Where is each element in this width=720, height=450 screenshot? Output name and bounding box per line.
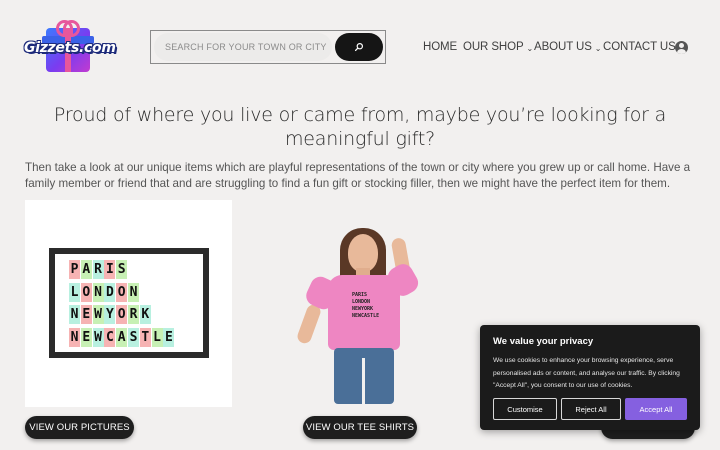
poster-letter-tile: R <box>92 260 104 279</box>
customise-button[interactable]: Customise <box>493 398 557 420</box>
poster-letter-tile: K <box>139 305 151 324</box>
model-jeans <box>334 348 394 404</box>
site-logo[interactable]: Gizzets.com <box>24 20 116 74</box>
poster-row: NEWCASTLE <box>69 327 203 350</box>
gift-bow <box>56 20 80 37</box>
tee-print-line: PARIS <box>352 292 368 298</box>
pictures-product-image[interactable]: PARISLONDONNEWYORKNEWCASTLE <box>25 200 232 407</box>
cookie-title: We value your privacy <box>493 336 594 347</box>
poster-letter-tile: W <box>92 305 104 324</box>
tee-shirt-product-image[interactable]: PARIS LONDON NEWYORK NEWCASTLE <box>290 220 430 410</box>
poster-letter-tile: I <box>104 260 116 279</box>
poster-letter-tile: W <box>92 327 104 347</box>
nav-contact-us[interactable]: CONTACT US <box>603 40 676 54</box>
headline-line-2: meaningful gift? <box>284 128 436 150</box>
search-form <box>150 30 386 64</box>
user-icon[interactable] <box>675 41 688 54</box>
poster-letter-tile: A <box>116 327 128 347</box>
poster-letter-tile: D <box>104 282 116 302</box>
poster-letter-tile: Y <box>104 305 116 324</box>
headline-line-1: Proud of where you live or came from, ma… <box>53 104 667 126</box>
nav-home[interactable]: HOME <box>423 40 457 54</box>
chevron-down-icon: ⌄ <box>594 43 602 53</box>
poster-letter-tile: S <box>127 327 139 347</box>
search-input[interactable] <box>154 33 332 61</box>
poster-letter-tile: N <box>92 282 104 302</box>
poster-row: NEWYORK <box>69 305 203 327</box>
tee-print: PARIS LONDON NEWYORK NEWCASTLE <box>352 292 388 328</box>
poster-row: LONDON <box>69 282 203 305</box>
cookie-text: We use cookies to enhance your browsing … <box>493 357 680 389</box>
nav-home-label: HOME <box>423 41 458 53</box>
poster-letter-tile: L <box>151 327 163 347</box>
cookie-buttons: Customise Reject All Accept All <box>493 398 687 420</box>
poster-letter-tile: O <box>116 282 128 302</box>
poster-letter-tile: N <box>127 282 139 302</box>
picture-frame: PARISLONDONNEWYORKNEWCASTLE <box>49 248 209 358</box>
user-icon-head <box>679 43 684 48</box>
poster-letter-tile: E <box>80 305 92 324</box>
model-face <box>348 234 378 272</box>
nav-shop-label: OUR SHOP <box>463 41 524 53</box>
poster-letter-tile: O <box>116 305 128 324</box>
reject-all-button[interactable]: Reject All <box>561 398 621 420</box>
accept-all-button[interactable]: Accept All <box>625 398 687 420</box>
poster-letter-tile: R <box>127 305 139 324</box>
cookie-consent-banner: We value your privacy We use cookies to … <box>480 325 700 430</box>
page-headline: Proud of where you live or came from, ma… <box>40 103 680 151</box>
view-tee-shirts-button[interactable]: VIEW OUR TEE SHIRTS <box>303 416 417 439</box>
nav-about-label: ABOUT US <box>534 41 592 53</box>
poster-row: PARIS <box>69 260 203 282</box>
model-arm <box>295 302 323 346</box>
chevron-down-icon: ⌄ <box>526 43 534 53</box>
poster-letter-tile: E <box>163 327 175 347</box>
poster-letter-tile: E <box>80 327 92 347</box>
tee-print-line: LONDON <box>352 299 371 305</box>
view-pictures-button[interactable]: VIEW OUR PICTURES <box>25 416 134 439</box>
poster-letter-tile: O <box>80 282 92 302</box>
nav-about-us[interactable]: ABOUT US ⌄ <box>534 40 601 54</box>
poster-letter-tile: L <box>69 282 80 302</box>
poster-letter-tile: T <box>139 327 151 347</box>
poster-letter-tile: S <box>116 260 128 279</box>
tee-print-line: NEWYORK <box>352 306 374 312</box>
poster-letter-tile: C <box>104 327 116 347</box>
poster-letter-tile: N <box>69 305 80 324</box>
tee-print-line: NEWCASTLE <box>352 313 380 319</box>
user-icon-body <box>677 49 686 54</box>
search-button[interactable] <box>335 33 383 61</box>
city-poster: PARISLONDONNEWYORKNEWCASTLE <box>55 254 203 352</box>
poster-letter-tile: A <box>80 260 92 279</box>
poster-letter-tile: P <box>69 260 80 279</box>
search-icon <box>354 42 364 52</box>
nav-our-shop[interactable]: OUR SHOP ⌄ <box>463 40 533 54</box>
poster-letter-tile: N <box>69 327 80 347</box>
intro-paragraph: Then take a look at our unique items whi… <box>25 161 691 190</box>
nav-contact-label: CONTACT US <box>603 41 676 53</box>
logo-text: Gizzets.com <box>24 40 116 56</box>
